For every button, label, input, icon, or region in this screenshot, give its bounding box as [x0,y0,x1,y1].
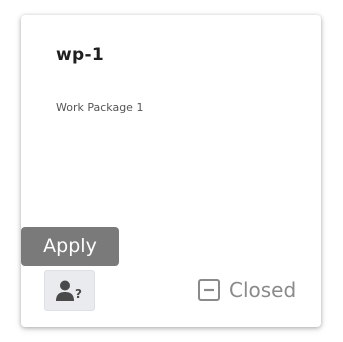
assign-user-button[interactable]: ? [44,270,95,311]
card-description: Work Package 1 [56,101,144,114]
apply-tooltip: Apply [21,227,119,266]
tooltip-label: Apply [43,235,97,257]
status-indicator: Closed [197,277,296,303]
card-title: wp-1 [56,45,104,65]
minus-square-icon [197,278,221,302]
person-question-icon: ? [56,280,82,301]
status-label: Closed [229,278,297,302]
svg-text:?: ? [75,287,82,301]
